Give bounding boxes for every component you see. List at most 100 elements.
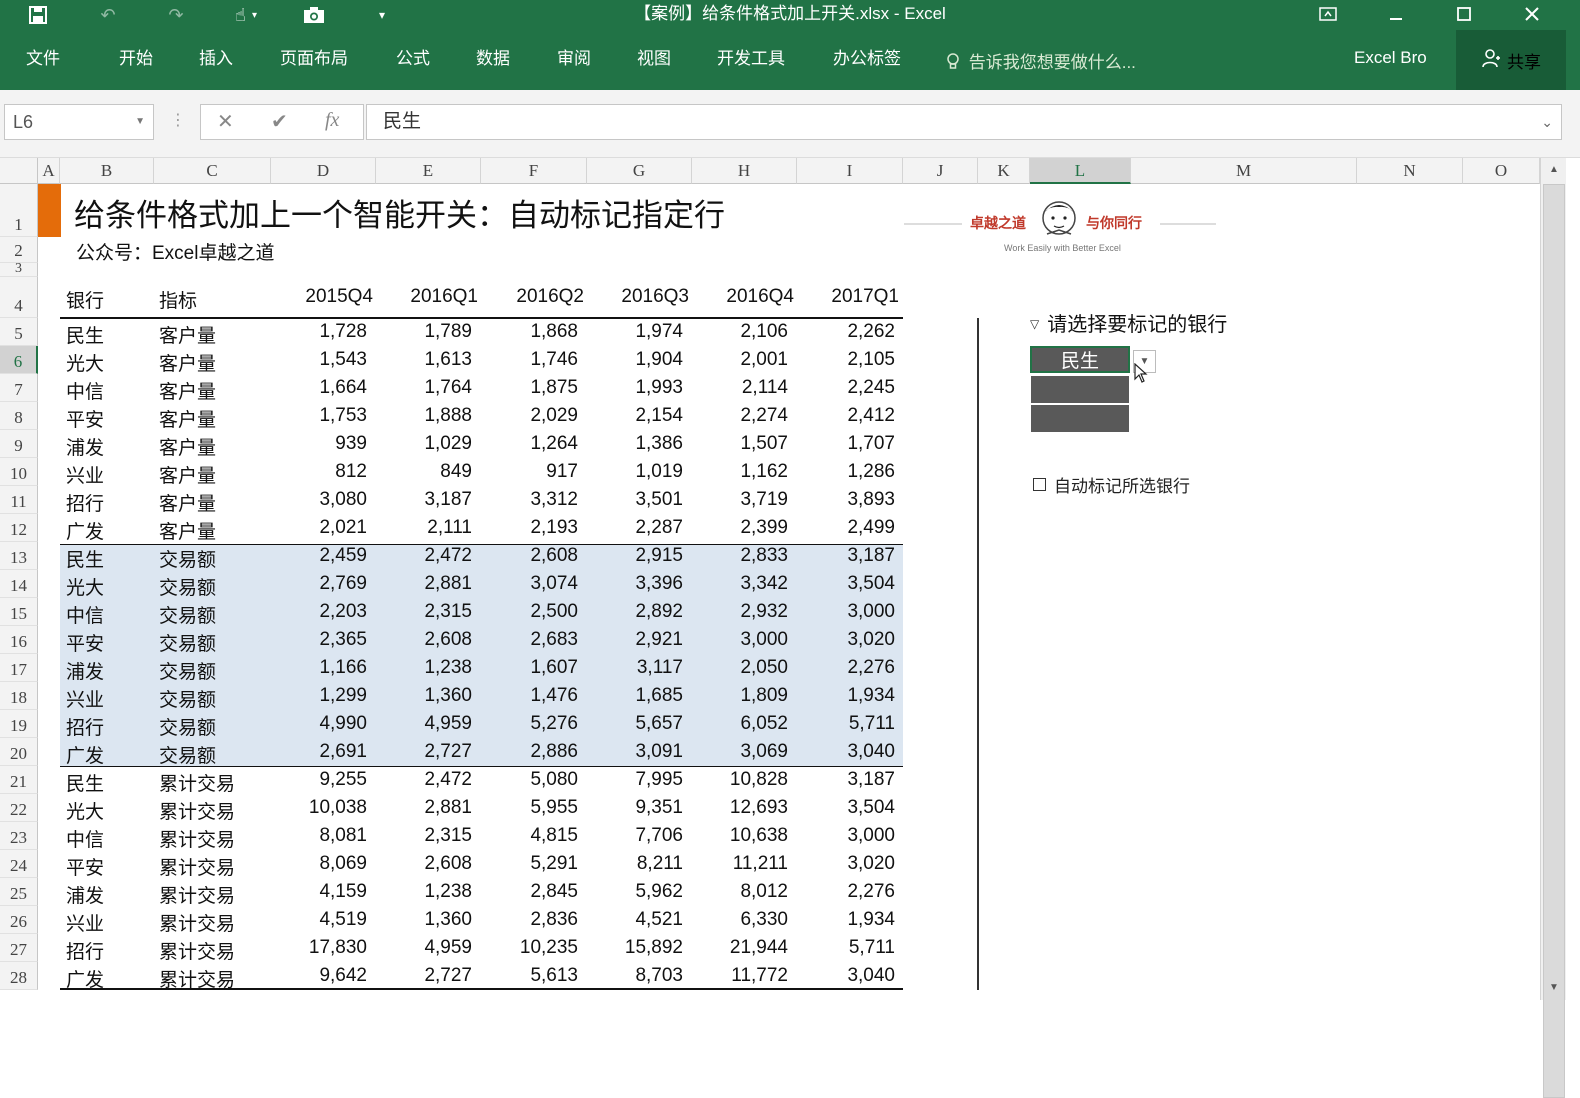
row-header-3[interactable]: 3 bbox=[0, 262, 38, 277]
tab-office-tab[interactable]: 办公标签 bbox=[833, 48, 901, 70]
value-cell[interactable]: 1,286 bbox=[797, 461, 895, 483]
value-cell[interactable]: 2,472 bbox=[376, 545, 472, 567]
value-cell[interactable]: 9,255 bbox=[271, 769, 367, 791]
value-cell[interactable]: 3,000 bbox=[797, 825, 895, 847]
value-cell[interactable]: 3,074 bbox=[481, 573, 578, 595]
value-cell[interactable]: 5,955 bbox=[481, 797, 578, 819]
value-cell[interactable]: 2,915 bbox=[587, 545, 683, 567]
value-cell[interactable]: 2,691 bbox=[271, 741, 367, 763]
value-cell[interactable]: 5,276 bbox=[481, 713, 578, 735]
metric-cell[interactable]: 交易额 bbox=[159, 685, 216, 712]
value-cell[interactable]: 2,315 bbox=[376, 825, 472, 847]
value-cell[interactable]: 5,711 bbox=[797, 713, 895, 735]
value-cell[interactable]: 11,772 bbox=[692, 965, 788, 987]
bank-cell[interactable]: 民生 bbox=[66, 321, 104, 348]
value-cell[interactable]: 2,111 bbox=[376, 517, 472, 539]
metric-cell[interactable]: 交易额 bbox=[159, 741, 216, 768]
value-cell[interactable]: 6,052 bbox=[692, 713, 788, 735]
formula-input[interactable]: 民生 ⌄ bbox=[366, 104, 1562, 140]
value-cell[interactable]: 1,934 bbox=[797, 685, 895, 707]
value-cell[interactable]: 2,154 bbox=[587, 405, 683, 427]
metric-cell[interactable]: 累计交易 bbox=[159, 853, 235, 880]
value-cell[interactable]: 2,276 bbox=[797, 881, 895, 903]
bank-cell[interactable]: 光大 bbox=[66, 573, 104, 600]
value-cell[interactable]: 2,315 bbox=[376, 601, 472, 623]
metric-cell[interactable]: 客户量 bbox=[159, 405, 216, 432]
value-cell[interactable]: 4,521 bbox=[587, 909, 683, 931]
value-cell[interactable]: 2,274 bbox=[692, 405, 788, 427]
tab-formulas[interactable]: 公式 bbox=[396, 48, 430, 70]
column-header-b[interactable]: B bbox=[60, 158, 154, 184]
bank-cell[interactable]: 兴业 bbox=[66, 909, 104, 936]
value-cell[interactable]: 1,238 bbox=[376, 657, 472, 679]
metric-cell[interactable]: 累计交易 bbox=[159, 965, 235, 992]
row-header-4[interactable]: 4 bbox=[0, 277, 38, 318]
value-cell[interactable]: 7,706 bbox=[587, 825, 683, 847]
value-cell[interactable]: 4,159 bbox=[271, 881, 367, 903]
value-cell[interactable]: 8,081 bbox=[271, 825, 367, 847]
value-cell[interactable]: 1,728 bbox=[271, 321, 367, 343]
value-cell[interactable]: 2,193 bbox=[481, 517, 578, 539]
bank-cell[interactable]: 广发 bbox=[66, 517, 104, 544]
column-header-j[interactable]: J bbox=[903, 158, 978, 184]
value-cell[interactable]: 2,500 bbox=[481, 601, 578, 623]
value-cell[interactable]: 1,607 bbox=[481, 657, 578, 679]
value-cell[interactable]: 3,040 bbox=[797, 965, 895, 987]
value-cell[interactable]: 2,836 bbox=[481, 909, 578, 931]
metric-cell[interactable]: 交易额 bbox=[159, 601, 216, 628]
value-cell[interactable]: 2,029 bbox=[481, 405, 578, 427]
value-cell[interactable]: 2,459 bbox=[271, 545, 367, 567]
bank-cell[interactable]: 民生 bbox=[66, 769, 104, 796]
value-cell[interactable]: 3,020 bbox=[797, 853, 895, 875]
vertical-scrollbar[interactable]: ▲ ▼ bbox=[1540, 158, 1566, 1098]
value-cell[interactable]: 3,117 bbox=[587, 657, 683, 679]
value-cell[interactable]: 2,608 bbox=[481, 545, 578, 567]
column-header-h[interactable]: H bbox=[692, 158, 797, 184]
value-cell[interactable]: 1,507 bbox=[692, 433, 788, 455]
value-cell[interactable]: 2,021 bbox=[271, 517, 367, 539]
value-cell[interactable]: 10,638 bbox=[692, 825, 788, 847]
auto-mark-checkbox[interactable]: 自动标记所选银行 bbox=[1033, 472, 1190, 497]
tab-view[interactable]: 视图 bbox=[637, 48, 671, 70]
value-cell[interactable]: 3,396 bbox=[587, 573, 683, 595]
selector-empty-cell-2[interactable] bbox=[1030, 404, 1130, 433]
bank-cell[interactable]: 招行 bbox=[66, 489, 104, 516]
bank-cell[interactable]: 招行 bbox=[66, 937, 104, 964]
metric-cell[interactable]: 交易额 bbox=[159, 573, 216, 600]
value-cell[interactable]: 2,399 bbox=[692, 517, 788, 539]
value-cell[interactable]: 3,000 bbox=[692, 629, 788, 651]
header-2017q1[interactable]: 2017Q1 bbox=[797, 286, 899, 308]
value-cell[interactable]: 2,881 bbox=[376, 797, 472, 819]
column-header-k[interactable]: K bbox=[978, 158, 1030, 184]
value-cell[interactable]: 1,166 bbox=[271, 657, 367, 679]
bank-cell[interactable]: 浦发 bbox=[66, 657, 104, 684]
value-cell[interactable]: 12,693 bbox=[692, 797, 788, 819]
bank-cell[interactable]: 光大 bbox=[66, 797, 104, 824]
value-cell[interactable]: 2,276 bbox=[797, 657, 895, 679]
cancel-icon[interactable]: ✕ bbox=[217, 109, 234, 134]
metric-cell[interactable]: 客户量 bbox=[159, 349, 216, 376]
column-header-g[interactable]: G bbox=[587, 158, 692, 184]
bank-cell[interactable]: 民生 bbox=[66, 545, 104, 572]
more-icon[interactable]: ⋮ bbox=[170, 110, 186, 130]
value-cell[interactable]: 3,020 bbox=[797, 629, 895, 651]
value-cell[interactable]: 2,833 bbox=[692, 545, 788, 567]
value-cell[interactable]: 3,187 bbox=[376, 489, 472, 511]
value-cell[interactable]: 1,019 bbox=[587, 461, 683, 483]
value-cell[interactable]: 1,707 bbox=[797, 433, 895, 455]
value-cell[interactable]: 1,875 bbox=[481, 377, 578, 399]
header-metric[interactable]: 指标 bbox=[159, 286, 197, 313]
value-cell[interactable]: 8,069 bbox=[271, 853, 367, 875]
value-cell[interactable]: 2,412 bbox=[797, 405, 895, 427]
row-header-2[interactable]: 2 bbox=[0, 237, 38, 263]
value-cell[interactable]: 11,211 bbox=[692, 853, 788, 875]
bank-cell[interactable]: 光大 bbox=[66, 349, 104, 376]
header-2016q3[interactable]: 2016Q3 bbox=[587, 286, 689, 308]
column-header-n[interactable]: N bbox=[1357, 158, 1463, 184]
value-cell[interactable]: 5,657 bbox=[587, 713, 683, 735]
header-2016q4[interactable]: 2016Q4 bbox=[692, 286, 794, 308]
tab-home[interactable]: 开始 bbox=[119, 48, 153, 70]
value-cell[interactable]: 17,830 bbox=[271, 937, 367, 959]
value-cell[interactable]: 8,211 bbox=[587, 853, 683, 875]
value-cell[interactable]: 5,080 bbox=[481, 769, 578, 791]
